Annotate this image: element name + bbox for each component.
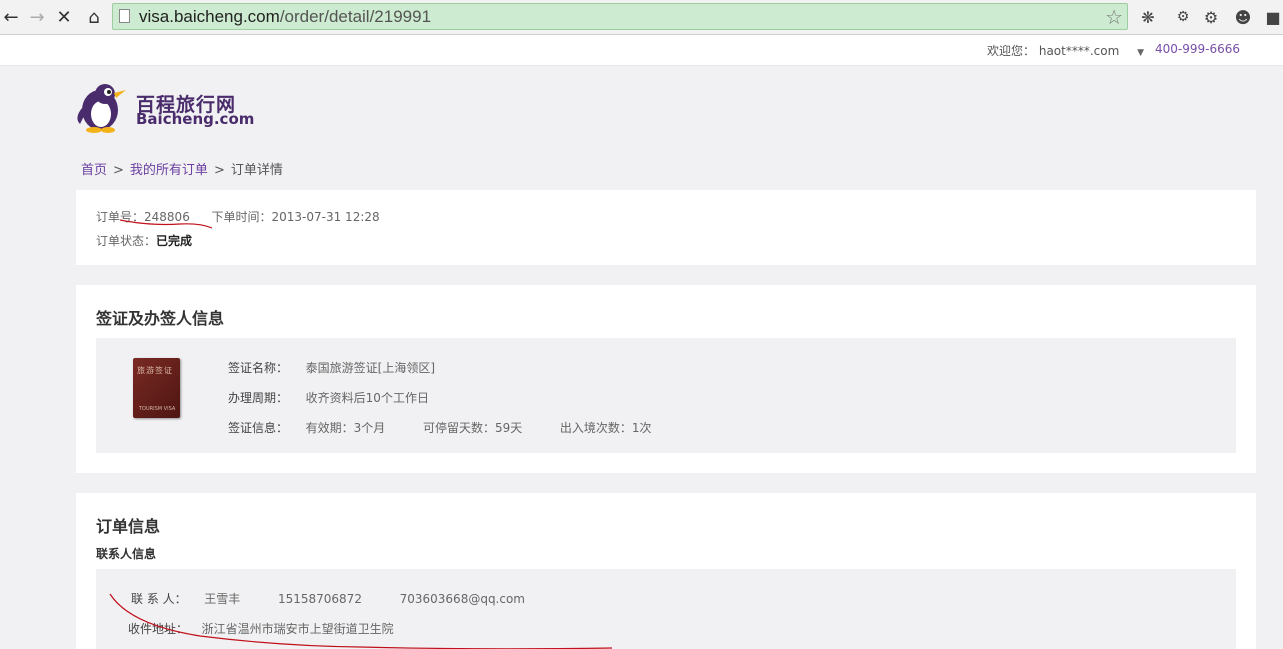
visa-book-en: TOURISM VISA: [139, 406, 176, 412]
order-number-row: 订单号：248806 下单时间：2013-07-31 12:28: [96, 208, 380, 225]
bookmark-star-icon[interactable]: ☆: [1105, 5, 1123, 29]
order-number-label: 订单号：: [96, 210, 145, 224]
visa-period-row: 办理周期： 收齐资料后10个工作日: [228, 389, 429, 406]
breadcrumb-current: 订单详情: [230, 163, 283, 178]
address-bar[interactable]: visa.baicheng.com/order/detail/219991 ☆: [112, 3, 1128, 30]
visa-entries: 出入境次数：1次: [559, 421, 652, 435]
address-label: 收件地址：: [128, 622, 189, 636]
visa-name-label: 签证名称：: [228, 361, 289, 375]
visa-info-label: 签证信息：: [228, 421, 289, 435]
order-summary-card: 订单号：248806 下单时间：2013-07-31 12:28 订单状态：已完…: [76, 190, 1256, 265]
address-value: 浙江省温州市瑞安市上望街道卫生院: [201, 622, 394, 636]
menu-extension-icon[interactable]: ■: [1262, 6, 1283, 28]
visa-period-label: 办理周期：: [228, 391, 289, 405]
order-number: 248806: [144, 210, 190, 224]
notification-extension-icon[interactable]: ⚙: [1172, 6, 1194, 28]
breadcrumb: 首页 > 我的所有订单 > 订单详情: [81, 159, 283, 178]
forward-icon[interactable]: →: [26, 6, 48, 28]
contact-label: 联 系 人：: [131, 592, 187, 606]
page-icon: [119, 9, 130, 23]
contact-panel: 联 系 人： 王雪丰 15158706872 703603668@qq.com …: [96, 569, 1236, 649]
visa-section-title: 签证及办签人信息: [96, 309, 225, 328]
breadcrumb-orders[interactable]: 我的所有订单: [130, 163, 208, 178]
url-text[interactable]: visa.baicheng.com/order/detail/219991: [139, 7, 431, 27]
browser-toolbar: ← → ✕ ⌂ visa.baicheng.com/order/detail/2…: [0, 0, 1283, 35]
settings-extension-icon[interactable]: ⚙: [1200, 6, 1222, 28]
visa-name-row: 签证名称： 泰国旅游签证[上海领区]: [228, 359, 435, 376]
order-status-label: 订单状态：: [96, 234, 157, 248]
visa-book-image: 旅游签证 TOURISM VISA: [133, 358, 180, 418]
order-status: 已完成: [156, 234, 193, 248]
order-time-label: 下单时间：: [211, 210, 272, 224]
visa-book-cn: 旅游签证: [137, 366, 173, 375]
visa-info-card: 签证及办签人信息 旅游签证 TOURISM VISA 签证名称： 泰国旅游签证[…: [76, 285, 1256, 473]
bug-extension-icon[interactable]: ❋: [1137, 6, 1159, 28]
order-info-title: 订单信息: [96, 517, 161, 536]
site-logo[interactable]: 百程旅行网 Baicheng.com: [74, 78, 254, 134]
breadcrumb-separator: >: [113, 163, 124, 178]
stop-icon[interactable]: ✕: [53, 6, 75, 28]
contact-name: 王雪丰: [204, 592, 241, 606]
visa-info-row: 签证信息： 有效期：3个月 可停留天数：59天 出入境次数：1次: [228, 419, 652, 436]
welcome-text[interactable]: 欢迎您： haot****.com ▼: [987, 42, 1144, 59]
logo-en-text: Baicheng.com: [136, 110, 255, 128]
contact-phone: 15158706872: [277, 592, 362, 606]
contact-email: 703603668@qq.com: [399, 592, 525, 606]
profile-extension-icon[interactable]: ☻: [1232, 6, 1254, 28]
penguin-logo-icon: [77, 84, 126, 133]
address-row: 收件地址： 浙江省温州市瑞安市上望街道卫生院: [128, 620, 394, 637]
breadcrumb-home[interactable]: 首页: [81, 163, 107, 178]
back-icon[interactable]: ←: [0, 6, 22, 28]
order-status-row: 订单状态：已完成: [96, 232, 192, 249]
user-bar: 欢迎您： haot****.com ▼ 400-999-6666: [0, 35, 1283, 66]
hotline-phone: 400-999-6666: [1155, 42, 1241, 56]
contact-section-title: 联系人信息: [96, 547, 157, 561]
visa-validity: 有效期：3个月: [305, 421, 386, 435]
order-info-card: 订单信息 联系人信息 联 系 人： 王雪丰 15158706872 703603…: [76, 493, 1256, 649]
visa-period: 收齐资料后10个工作日: [305, 391, 429, 405]
contact-row: 联 系 人： 王雪丰 15158706872 703603668@qq.com: [131, 590, 525, 607]
breadcrumb-separator: >: [213, 163, 225, 178]
username[interactable]: haot****.com: [1039, 44, 1119, 58]
home-icon[interactable]: ⌂: [83, 6, 105, 28]
visa-stay: 可停留天数：59天: [422, 421, 523, 435]
order-time: 2013-07-31 12:28: [271, 210, 380, 224]
chevron-down-icon[interactable]: ▼: [1137, 48, 1144, 58]
visa-name: 泰国旅游签证[上海领区]: [305, 361, 436, 375]
visa-details-panel: 旅游签证 TOURISM VISA 签证名称： 泰国旅游签证[上海领区] 办理周…: [96, 338, 1236, 453]
